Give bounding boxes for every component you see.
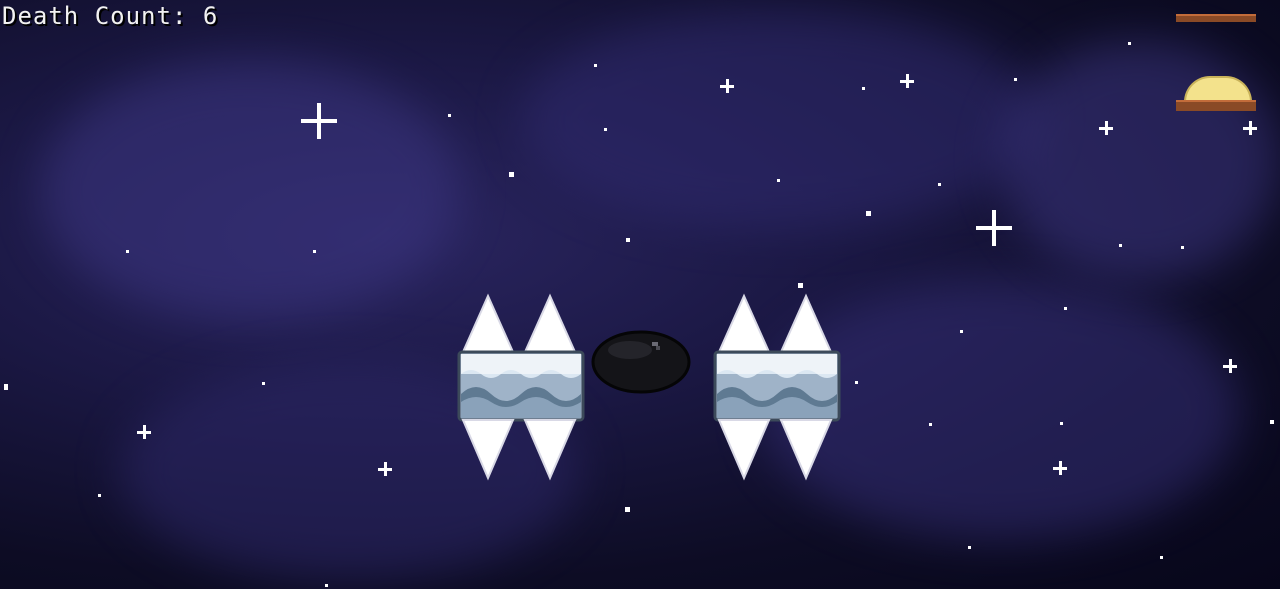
star	[1014, 78, 1017, 81]
star	[866, 211, 871, 216]
star	[325, 584, 328, 587]
star	[1181, 246, 1184, 249]
spike-down	[461, 419, 515, 481]
black-slime-player[interactable]	[590, 328, 692, 394]
right-spike-block	[713, 293, 841, 481]
star	[126, 250, 129, 253]
star	[594, 64, 597, 67]
nebula-cloud	[1000, 40, 1280, 280]
star	[855, 381, 858, 384]
star	[1119, 244, 1122, 247]
star	[98, 494, 101, 497]
star	[777, 179, 780, 182]
star	[1060, 422, 1063, 425]
star	[448, 114, 451, 117]
spike-down	[523, 419, 577, 481]
star	[968, 546, 971, 549]
star	[1270, 420, 1274, 424]
star	[960, 330, 963, 333]
spike-up	[717, 293, 771, 353]
star	[626, 238, 630, 242]
star	[929, 423, 932, 426]
star	[1160, 556, 1163, 559]
star	[625, 507, 630, 512]
death-count-label: Death Count: 6	[2, 2, 219, 30]
star	[262, 382, 265, 385]
star	[862, 87, 865, 90]
goal-base-bar	[1176, 100, 1256, 111]
star	[1128, 42, 1131, 45]
star	[509, 172, 514, 177]
star	[4, 384, 8, 390]
star	[938, 183, 941, 186]
star	[1064, 307, 1067, 310]
spike-up	[461, 293, 515, 353]
nebula-cloud	[40, 60, 460, 320]
goal-top-bar	[1176, 14, 1256, 22]
star	[798, 283, 803, 288]
star	[313, 250, 316, 253]
spike-down	[717, 419, 771, 481]
spike-up	[779, 293, 833, 353]
spike-down	[779, 419, 833, 481]
left-spike-block	[457, 293, 585, 481]
star	[604, 128, 607, 131]
spike-up	[523, 293, 577, 353]
nebula-cloud	[520, 10, 1040, 230]
